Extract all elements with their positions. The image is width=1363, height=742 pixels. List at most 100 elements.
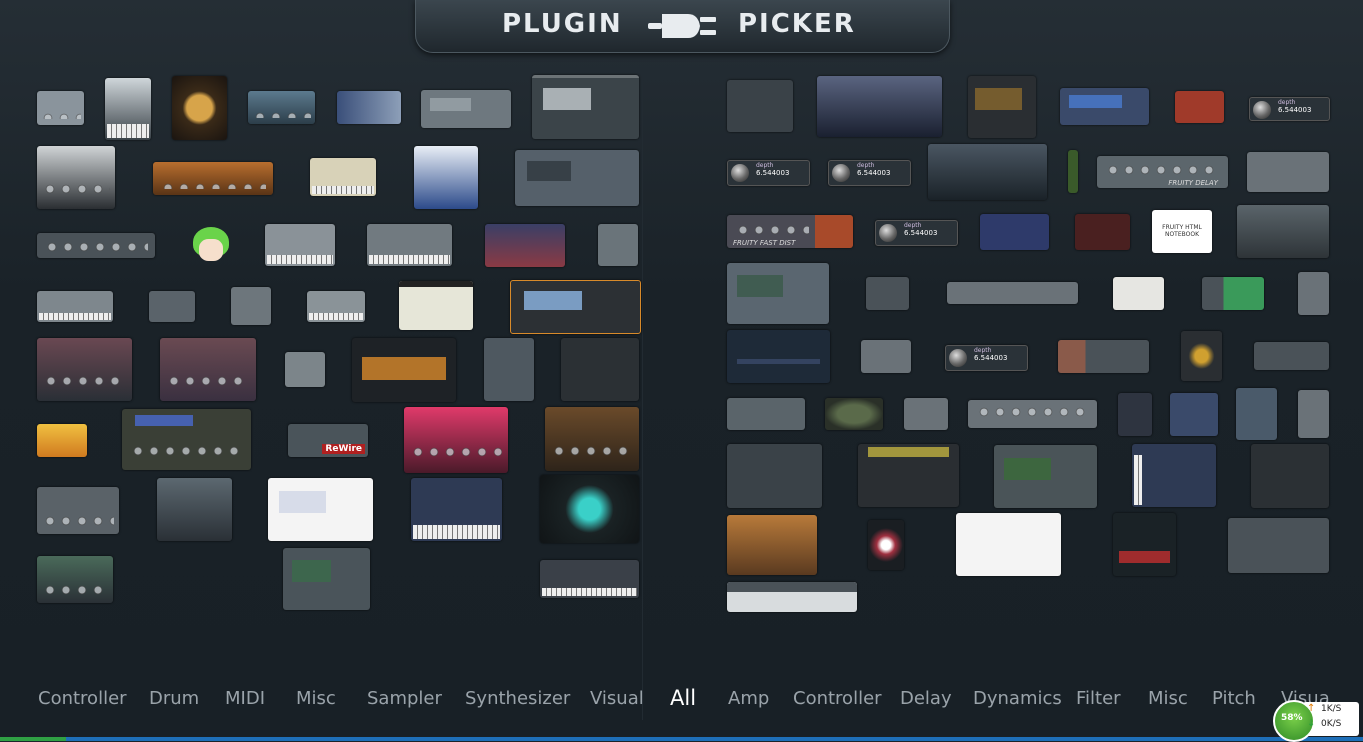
tab-generator-sampler[interactable]: Sampler: [367, 688, 442, 709]
effect-plugin-21[interactable]: [1181, 331, 1222, 381]
generator-plugin-fruity-keyboard-controller[interactable]: [598, 224, 638, 266]
tab-generator-misc[interactable]: Misc: [296, 688, 336, 709]
effect-plugin-39[interactable]: [1113, 513, 1176, 576]
generator-plugin-fruity-dx10[interactable]: [265, 224, 335, 266]
effect-plugin-depth-1[interactable]: depth 6.544003: [1249, 97, 1330, 121]
generator-plugin-sfz-player[interactable]: [561, 338, 639, 401]
effect-plugin-2[interactable]: [817, 76, 942, 137]
generator-plugin-drumpad[interactable]: [153, 162, 273, 195]
generator-plugin-fruity-wrapper[interactable]: [231, 287, 271, 325]
generator-plugin-rewire[interactable]: ReWire: [288, 424, 368, 457]
effect-plugin-8[interactable]: [1247, 152, 1329, 192]
network-speed-widget[interactable]: 58% ↑ 1K/S ↓ 0K/S: [1273, 700, 1361, 742]
effect-plugin-fruity-delay[interactable]: FRUITY DELAY: [1097, 156, 1228, 188]
generator-plugin-morphine[interactable]: [510, 280, 641, 334]
effect-plugin-12[interactable]: [727, 263, 829, 324]
effect-plugin-17[interactable]: [1298, 272, 1329, 315]
generator-plugin-patcher[interactable]: [268, 478, 373, 541]
effect-plugin-26[interactable]: [968, 400, 1097, 428]
effect-plugin-13[interactable]: [866, 277, 909, 310]
generator-plugin-plucked[interactable]: [285, 352, 325, 387]
generator-plugin-beepmap[interactable]: [172, 76, 227, 140]
generator-plugin-harmless[interactable]: [307, 291, 365, 322]
tab-generator-controller[interactable]: Controller: [38, 688, 127, 709]
start-button[interactable]: [0, 737, 66, 741]
generator-plugin-3x-osc[interactable]: [37, 91, 84, 125]
effect-plugin-11[interactable]: [1237, 205, 1329, 258]
generator-plugin-sakura[interactable]: [352, 338, 456, 402]
tab-generator-drum[interactable]: Drum: [149, 688, 199, 709]
generator-plugin-drumaxx[interactable]: [37, 146, 115, 209]
effect-plugin-20[interactable]: [1058, 340, 1149, 373]
generator-plugin-wasp[interactable]: [411, 478, 502, 541]
effect-plugin-6[interactable]: [928, 144, 1047, 200]
tab-effect-misc[interactable]: Misc: [1148, 688, 1188, 709]
effect-plugin-18[interactable]: [727, 330, 830, 383]
effect-plugin-41[interactable]: [727, 582, 857, 612]
generator-plugin-fl-keys[interactable]: [310, 158, 376, 196]
effect-plugin-36[interactable]: [727, 515, 817, 575]
effect-plugin-1[interactable]: [727, 80, 793, 132]
effect-plugin-5[interactable]: [1175, 91, 1224, 123]
effect-plugin-31[interactable]: [727, 444, 822, 508]
tab-effect-controller[interactable]: Controller: [793, 688, 882, 709]
generator-plugin-toxic-biohazard[interactable]: [545, 407, 639, 471]
effect-plugin-28[interactable]: [1170, 393, 1218, 436]
effect-plugin-depth-4[interactable]: depth 6.544003: [875, 220, 958, 246]
generator-plugin-sawer[interactable]: [484, 338, 534, 401]
effect-plugin-32[interactable]: [858, 444, 959, 507]
generator-plugin-directwave[interactable]: [532, 75, 639, 139]
effect-plugin-depth-2[interactable]: depth 6.544003: [727, 160, 810, 186]
effect-plugin-38[interactable]: [956, 513, 1061, 576]
tab-effect-delay[interactable]: Delay: [900, 688, 952, 709]
generator-plugin-autogun[interactable]: [105, 78, 151, 140]
effect-plugin-16[interactable]: [1202, 277, 1264, 310]
generator-plugin-fruity-granulizer[interactable]: [367, 224, 452, 266]
effect-plugin-22[interactable]: [1254, 342, 1329, 370]
tab-effect-pitch[interactable]: Pitch: [1212, 688, 1256, 709]
effect-plugin-24[interactable]: [825, 398, 883, 430]
effect-plugin-23[interactable]: [727, 398, 805, 430]
generator-plugin-vfx-color-mapper[interactable]: [157, 478, 232, 541]
generator-plugin-slicex[interactable]: [122, 409, 251, 470]
effect-plugin-9[interactable]: [980, 214, 1049, 250]
tab-effect-amp[interactable]: Amp: [728, 688, 769, 709]
tab-generator-midi[interactable]: MIDI: [225, 688, 265, 709]
effect-plugin-html-notebook[interactable]: FRUITY HTML NOTEBOOK: [1152, 210, 1212, 253]
effect-plugin-4[interactable]: [1060, 88, 1149, 125]
effect-plugin-depth-5[interactable]: depth 6.544003: [945, 345, 1028, 371]
effect-plugin-25[interactable]: [904, 398, 948, 430]
effect-plugin-3[interactable]: [968, 76, 1036, 138]
tab-effect-filter[interactable]: Filter: [1076, 688, 1121, 709]
effect-plugin-30[interactable]: [1298, 390, 1329, 438]
effect-plugin-19[interactable]: [861, 340, 911, 373]
generator-plugin-fruity-soundfont[interactable]: [37, 291, 113, 322]
generator-plugin-harmor[interactable]: [540, 475, 639, 543]
generator-plugin-fruity-vibrator[interactable]: [149, 291, 195, 322]
effect-plugin-15[interactable]: [1113, 277, 1164, 310]
effect-plugin-14[interactable]: [947, 282, 1078, 304]
generator-plugin-fpc[interactable]: [515, 150, 639, 206]
tab-generator-synthesizer[interactable]: Synthesizer: [465, 688, 570, 709]
effect-plugin-34[interactable]: [1132, 444, 1216, 507]
effect-plugin-depth-3[interactable]: depth 6.544003: [828, 160, 911, 186]
generator-plugin-midi-out[interactable]: [399, 281, 473, 330]
generator-plugin-ogun[interactable]: [37, 338, 132, 401]
effect-plugin-29[interactable]: [1236, 388, 1277, 440]
generator-plugin-wave-traveller[interactable]: [37, 556, 113, 603]
effect-plugin-33[interactable]: [994, 445, 1097, 508]
generator-plugin-transistor-bass[interactable]: [37, 487, 119, 534]
effect-plugin-40[interactable]: [1228, 518, 1329, 573]
effect-plugin-27[interactable]: [1118, 393, 1152, 436]
generator-plugin-dashboard[interactable]: [421, 90, 511, 128]
effect-plugin-7[interactable]: [1068, 150, 1078, 193]
generator-plugin-sytrus[interactable]: [404, 407, 508, 473]
generator-plugin-fruity-dance[interactable]: [187, 217, 233, 267]
tab-effect-dynamics[interactable]: Dynamics: [973, 688, 1062, 709]
generator-plugin-fruity-kick[interactable]: [485, 224, 565, 267]
generator-plugin-simsynth[interactable]: [37, 424, 87, 457]
generator-plugin-fl-slayer[interactable]: [414, 146, 478, 209]
effect-plugin-fruity-fast-dist[interactable]: FRUITY FAST DIST: [727, 215, 853, 248]
tab-generator-visual[interactable]: Visual: [590, 688, 644, 709]
generator-plugin-buzz[interactable]: [337, 91, 401, 124]
